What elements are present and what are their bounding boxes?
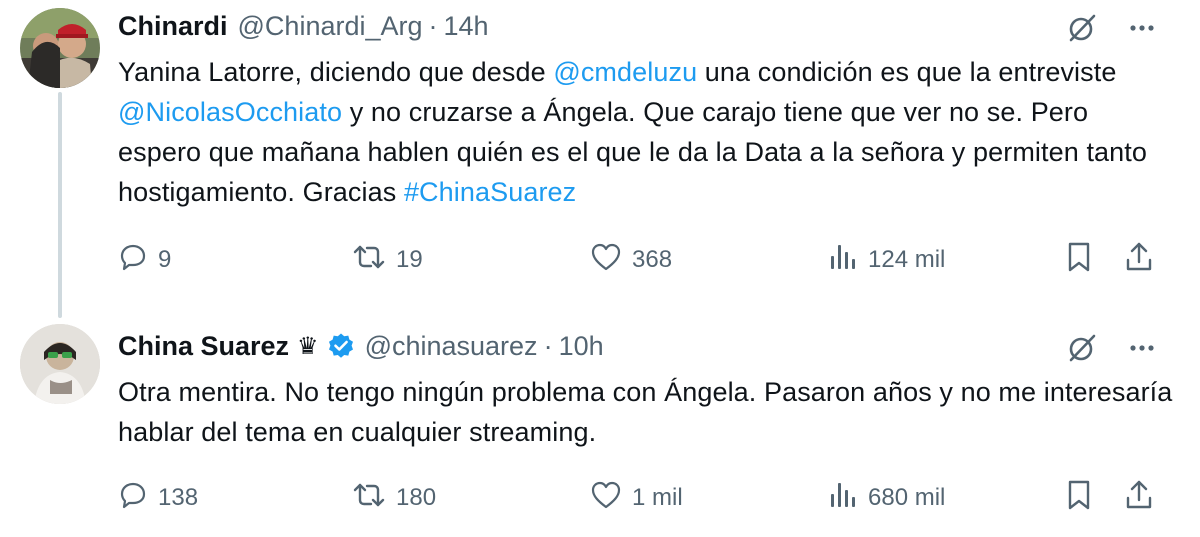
tweet[interactable]: Chinardi @Chinardi_Arg · 14h Yanina Lato… (0, 0, 1200, 310)
share-icon (1124, 479, 1154, 518)
retweet-button[interactable]: 180 (352, 478, 436, 518)
author-name[interactable]: China Suarez (118, 331, 289, 362)
tweet-top-actions (1064, 330, 1160, 366)
tweet-text: Yanina Latorre, diciendo que desde @cmde… (118, 52, 1178, 212)
reply-count: 138 (158, 484, 199, 511)
share-icon (1124, 241, 1154, 280)
reply-button[interactable]: 138 (118, 478, 198, 518)
retweet-count: 19 (396, 246, 423, 273)
more-icon[interactable] (1124, 330, 1160, 366)
heart-icon (590, 242, 622, 279)
author-name[interactable]: Chinardi (118, 11, 228, 42)
retweet-icon (352, 480, 386, 517)
grok-icon[interactable] (1064, 10, 1100, 46)
avatar[interactable] (20, 8, 100, 88)
tweet[interactable]: China Suarez ♛ @chinasuarez · 10h Otra m… (0, 310, 1200, 537)
bookmark-button[interactable] (1064, 240, 1094, 280)
bookmark-button[interactable] (1064, 478, 1094, 518)
verified-badge-icon (327, 332, 355, 360)
views-count: 680 mil (868, 484, 946, 511)
share-button[interactable] (1124, 240, 1154, 280)
retweet-button[interactable]: 19 (352, 240, 423, 280)
text-segment: Otra mentira. No tengo ningún problema c… (118, 377, 1173, 447)
author-handle[interactable]: @Chinardi_Arg (238, 11, 423, 42)
views-button[interactable]: 680 mil (828, 478, 945, 518)
tweet-actions: 138 180 1 mil 680 mil (114, 478, 1174, 518)
separator: · (543, 330, 553, 361)
views-icon (828, 242, 858, 279)
share-button[interactable] (1124, 478, 1154, 518)
more-icon[interactable] (1124, 10, 1160, 46)
tweet-top-actions (1064, 10, 1160, 46)
bookmark-icon (1064, 479, 1094, 518)
author-handle[interactable]: @chinasuarez (365, 331, 538, 362)
like-count: 368 (632, 246, 673, 273)
grok-icon[interactable] (1064, 330, 1100, 366)
like-button[interactable]: 368 (590, 240, 672, 280)
avatar[interactable] (20, 324, 100, 404)
views-button[interactable]: 124 mil (828, 240, 945, 280)
retweet-icon (352, 242, 386, 279)
text-segment: Yanina Latorre, diciendo que desde (118, 57, 554, 87)
retweet-count: 180 (396, 484, 437, 511)
hashtag-link[interactable]: #ChinaSuarez (404, 177, 576, 207)
timestamp[interactable]: 14h (444, 11, 489, 42)
separator: · (428, 10, 438, 41)
like-button[interactable]: 1 mil (590, 478, 683, 518)
heart-icon (590, 480, 622, 517)
like-count: 1 mil (632, 484, 683, 511)
reply-icon (118, 480, 148, 517)
reply-count: 9 (158, 246, 172, 273)
tweet-actions: 9 19 368 124 mil (114, 240, 1174, 280)
views-icon (828, 480, 858, 517)
reply-icon (118, 242, 148, 279)
timestamp[interactable]: 10h (559, 331, 604, 362)
tweet-text: Otra mentira. No tengo ningún problema c… (118, 372, 1178, 452)
tweet-header: China Suarez ♛ @chinasuarez · 10h (118, 324, 604, 368)
crown-icon: ♛ (297, 332, 319, 360)
mention-link[interactable]: @cmdeluzu (553, 57, 697, 87)
views-count: 124 mil (868, 246, 946, 273)
bookmark-icon (1064, 241, 1094, 280)
mention-link[interactable]: @NicolasOcchiato (118, 97, 342, 127)
tweet-header: Chinardi @Chinardi_Arg · 14h (118, 4, 489, 48)
reply-button[interactable]: 9 (118, 240, 171, 280)
text-segment: una condición es que la entreviste (697, 57, 1117, 87)
